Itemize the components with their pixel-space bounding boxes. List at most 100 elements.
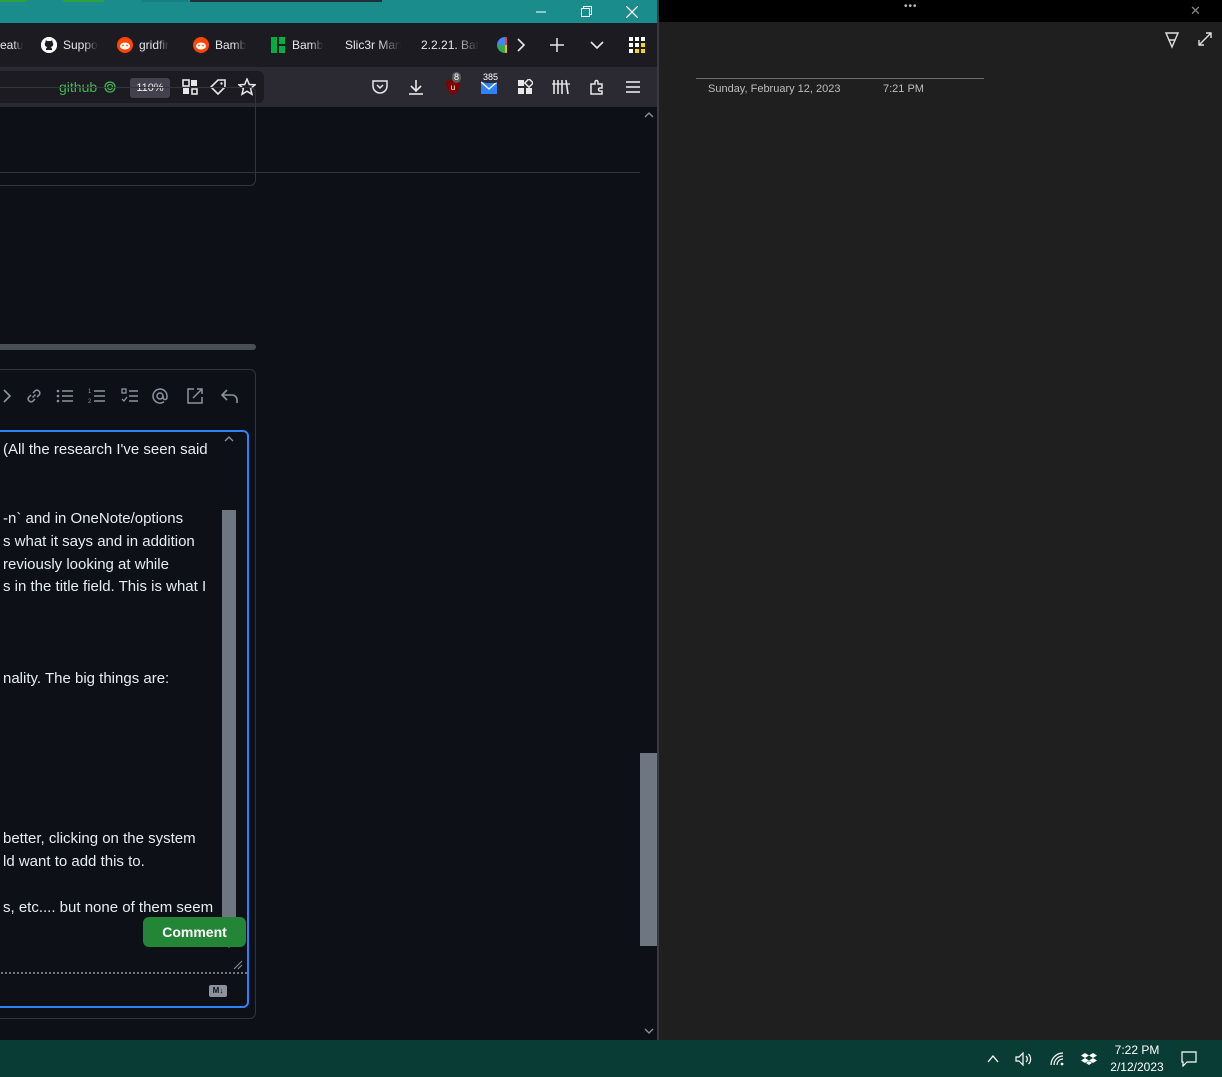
text-line: better, clicking on the system (3, 830, 196, 847)
tab-label: Bamb (215, 38, 247, 52)
note-date: Sunday, February 12, 2023 (708, 83, 841, 95)
scroll-up-icon (224, 436, 234, 442)
task-list-icon (121, 388, 138, 402)
taskbar: 7:22 PM 2/12/2023 (0, 1040, 1222, 1077)
tab-accent (142, 0, 188, 2)
tab-item[interactable]: gridfir (117, 23, 173, 67)
ublock-badge: 8 (452, 72, 462, 83)
dashboard-icon (518, 79, 533, 94)
bulleted-list-button[interactable] (51, 382, 79, 410)
title-underline (696, 78, 984, 79)
grid-extension-button[interactable] (621, 23, 653, 67)
download-icon (409, 80, 423, 95)
mail-extension-button[interactable]: 385 (473, 71, 505, 103)
tab-label: Suppo (63, 38, 98, 52)
bambu-icon (270, 37, 286, 53)
list-all-tabs-button[interactable] (581, 23, 613, 67)
reply-arrow-icon (221, 389, 238, 403)
code-button[interactable] (0, 382, 21, 410)
tab-item[interactable]: eatu (0, 23, 26, 67)
library-icon (552, 79, 570, 95)
menu-dots-icon[interactable]: ••• (904, 1, 918, 12)
scroll-up-icon (644, 112, 654, 118)
text-line: (All the research I've seen said (3, 441, 208, 458)
plus-icon (550, 38, 564, 52)
resize-handle-icon[interactable] (233, 960, 243, 970)
restore-button[interactable] (563, 0, 609, 23)
pocket-icon (372, 80, 388, 94)
extensions-button[interactable] (581, 71, 613, 103)
tab-label: Bamb (292, 38, 324, 52)
text-line: reviously looking at while (3, 556, 169, 573)
link-icon (27, 389, 41, 403)
pen-button[interactable] (1164, 31, 1188, 51)
minimize-icon (536, 11, 546, 12)
close-icon (626, 5, 638, 18)
close-button[interactable] (609, 0, 655, 23)
tab-accent (0, 0, 27, 2)
tab-label: 2.2.21. Bat (421, 38, 480, 52)
speaker-icon (1015, 1051, 1032, 1066)
cross-reference-icon (187, 388, 203, 404)
text-line: s in the title field. This is what I (3, 578, 207, 595)
dropbox-icon (1081, 1052, 1097, 1065)
extensions-grid-button[interactable] (509, 71, 541, 103)
show-hidden-icons-button[interactable] (979, 1040, 1007, 1077)
hamburger-icon (626, 81, 640, 93)
new-tab-button[interactable] (541, 23, 573, 67)
tab-item[interactable]: Slic3r Man (345, 23, 401, 67)
text-line: s, etc.... but none of them seem (3, 899, 214, 916)
markdown-icon: M↓ (209, 985, 227, 997)
tab-item[interactable]: 2.2.21. Bat (421, 23, 481, 67)
notifications-button[interactable] (1175, 1040, 1203, 1077)
browser-titlebar (0, 0, 657, 23)
mention-button[interactable] (146, 382, 174, 410)
volume-button[interactable] (1010, 1040, 1038, 1077)
divider (0, 172, 640, 173)
restore-icon (580, 6, 592, 17)
svg-text:2: 2 (88, 399, 92, 404)
tab-accent (63, 0, 104, 2)
bulleted-list-icon (56, 389, 73, 403)
task-list-button[interactable] (116, 382, 144, 410)
clock-time: 7:22 PM (1114, 1043, 1160, 1057)
reference-button[interactable] (181, 382, 209, 410)
onenote-close-button[interactable]: ✕ (1190, 3, 1201, 19)
numbered-list-button[interactable]: 12 (83, 382, 111, 410)
textarea-bottom-border (0, 972, 247, 974)
tab-label: eatu (0, 38, 24, 52)
reddit-icon (193, 37, 209, 53)
at-sign-icon (152, 388, 168, 404)
text-line: -n` and in OneNote/options (3, 510, 184, 527)
link-button[interactable] (20, 382, 48, 410)
pen-icon (1164, 32, 1180, 49)
undo-button[interactable] (216, 382, 244, 410)
tab-label: Slic3r Man (345, 38, 401, 52)
taskbar-clock[interactable]: 7:22 PM 2/12/2023 (1104, 1042, 1170, 1076)
textarea-scroll-thumb[interactable] (222, 510, 236, 920)
expand-button[interactable] (1197, 31, 1217, 51)
notification-icon (1181, 1050, 1197, 1067)
ublock-button[interactable]: u 8 (437, 71, 469, 103)
library-button[interactable] (545, 71, 577, 103)
tab-item[interactable]: Bamb (270, 23, 326, 67)
pocket-button[interactable] (364, 71, 396, 103)
downloads-button[interactable] (400, 71, 432, 103)
comment-submit-button[interactable]: Comment (143, 917, 246, 947)
expand-icon (1198, 32, 1212, 46)
page-content: 12 (All the research I've seen said -n` … (0, 87, 640, 1040)
code-icon (3, 389, 12, 403)
tab-item[interactable]: Suppo (41, 23, 99, 67)
dropbox-button[interactable] (1075, 1040, 1103, 1077)
scroll-tabs-right-button[interactable] (505, 23, 537, 67)
network-button[interactable] (1044, 1040, 1072, 1077)
scroll-down-icon (644, 1028, 654, 1034)
horizontal-scrollbar[interactable] (0, 344, 256, 350)
tab-accent (190, 0, 382, 2)
wifi-icon (1050, 1051, 1064, 1065)
minimize-button[interactable] (518, 0, 564, 23)
page-scroll-thumb[interactable] (640, 753, 657, 946)
app-menu-button[interactable] (617, 71, 649, 103)
browser-window: eatu Suppo gridfir Bamb Bamb Slic3r Man … (0, 0, 657, 1040)
tab-item[interactable]: Bamb (193, 23, 249, 67)
